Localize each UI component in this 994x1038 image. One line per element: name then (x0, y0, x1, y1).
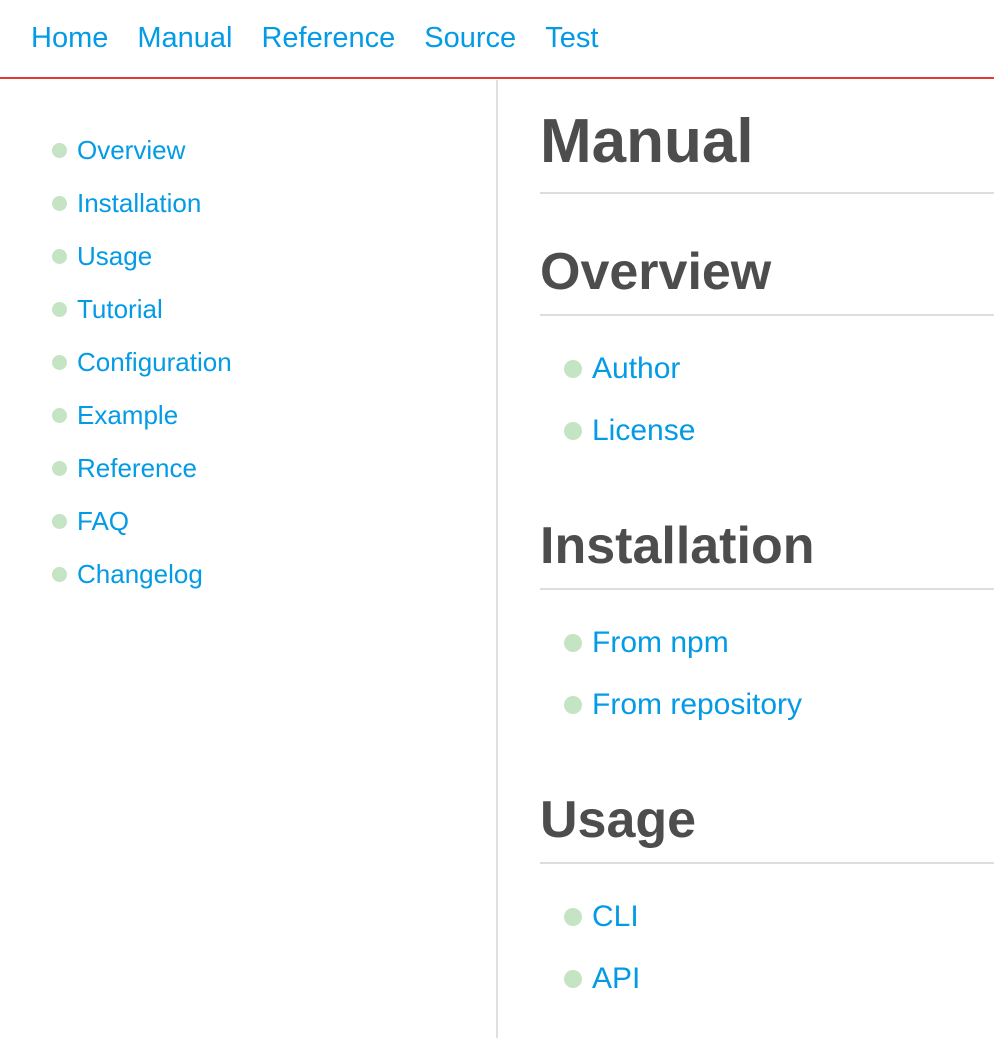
link-cli[interactable]: CLI (592, 900, 639, 934)
bullet-icon (52, 408, 67, 423)
bullet-icon (52, 143, 67, 158)
nav-link-reference[interactable]: Reference (261, 0, 395, 76)
sidebar-item-reference: Reference (52, 442, 496, 495)
bullet-icon (52, 567, 67, 582)
list-item: API (564, 948, 994, 1010)
sidebar-item-faq: FAQ (52, 495, 496, 548)
list-item: Author (564, 338, 994, 400)
link-api[interactable]: API (592, 962, 640, 996)
sidebar-item-configuration: Configuration (52, 336, 496, 389)
sidebar-link-installation[interactable]: Installation (77, 188, 201, 219)
nav-link-manual[interactable]: Manual (137, 0, 232, 76)
link-from-repository[interactable]: From repository (592, 688, 802, 722)
section-list-usage: CLI API (540, 864, 994, 1016)
bullet-icon (52, 196, 67, 211)
section-list-installation: From npm From repository (540, 590, 994, 742)
link-author[interactable]: Author (592, 352, 680, 386)
bullet-icon (52, 461, 67, 476)
page-title: Manual (540, 80, 994, 194)
main-content: Manual Overview Author License Installat… (540, 80, 994, 1038)
sidebar-item-example: Example (52, 389, 496, 442)
sidebar-link-overview[interactable]: Overview (77, 135, 185, 166)
bullet-icon (52, 355, 67, 370)
bullet-icon (564, 970, 582, 988)
section-list-overview: Author License (540, 316, 994, 468)
sidebar-link-changelog[interactable]: Changelog (77, 559, 203, 590)
sidebar-item-tutorial: Tutorial (52, 283, 496, 336)
sidebar-link-tutorial[interactable]: Tutorial (77, 294, 163, 325)
list-item: License (564, 400, 994, 462)
list-item: CLI (564, 886, 994, 948)
bullet-icon (52, 514, 67, 529)
bullet-icon (564, 422, 582, 440)
bullet-icon (52, 249, 67, 264)
nav-link-source[interactable]: Source (424, 0, 516, 76)
bullet-icon (564, 634, 582, 652)
bullet-icon (564, 360, 582, 378)
sidebar-item-overview: Overview (52, 124, 496, 177)
nav-link-test[interactable]: Test (545, 0, 598, 76)
bullet-icon (564, 696, 582, 714)
sidebar-item-installation: Installation (52, 177, 496, 230)
sidebar-list: Overview Installation Usage Tutorial Con… (0, 80, 496, 601)
sidebar-link-configuration[interactable]: Configuration (77, 347, 232, 378)
list-item: From repository (564, 674, 994, 736)
section-title-installation: Installation (540, 468, 994, 590)
top-nav-list: Home Manual Reference Source Test (0, 0, 994, 76)
list-item: From npm (564, 612, 994, 674)
sidebar-item-changelog: Changelog (52, 548, 496, 601)
link-from-npm[interactable]: From npm (592, 626, 729, 660)
sidebar: Overview Installation Usage Tutorial Con… (0, 80, 498, 1038)
sidebar-item-usage: Usage (52, 230, 496, 283)
link-license[interactable]: License (592, 414, 695, 448)
bullet-icon (52, 302, 67, 317)
section-title-overview: Overview (540, 194, 994, 316)
nav-link-home[interactable]: Home (31, 0, 108, 76)
section-title-usage: Usage (540, 742, 994, 864)
sidebar-link-usage[interactable]: Usage (77, 241, 152, 272)
bullet-icon (564, 908, 582, 926)
sidebar-link-example[interactable]: Example (77, 400, 178, 431)
top-nav: Home Manual Reference Source Test (0, 0, 994, 79)
sidebar-link-faq[interactable]: FAQ (77, 506, 129, 537)
sidebar-link-reference[interactable]: Reference (77, 453, 197, 484)
